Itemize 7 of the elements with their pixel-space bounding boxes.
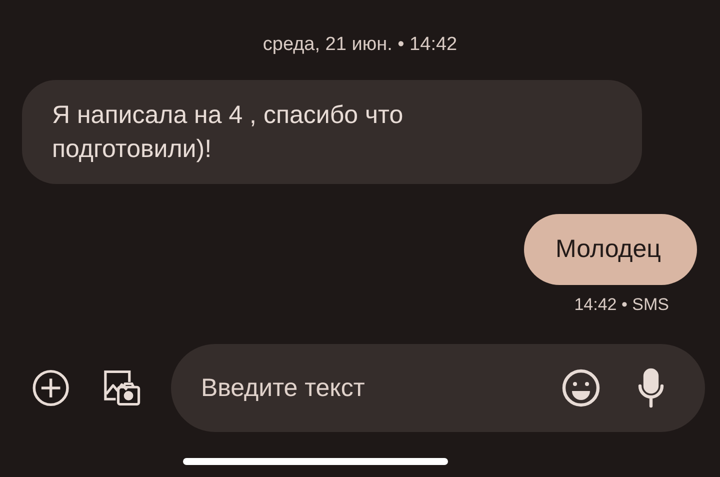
message-meta: 14:42 • SMS xyxy=(574,295,669,315)
incoming-message: Я написала на 4 , спасибо что подготовили)! xyxy=(22,80,642,184)
message-input[interactable]: Введите текст xyxy=(199,372,525,404)
outgoing-message: Молодец xyxy=(524,214,697,285)
microphone-icon[interactable] xyxy=(637,368,665,408)
emoji-icon[interactable] xyxy=(561,368,601,408)
date-header: среда, 21 июн. • 14:42 xyxy=(262,34,458,56)
